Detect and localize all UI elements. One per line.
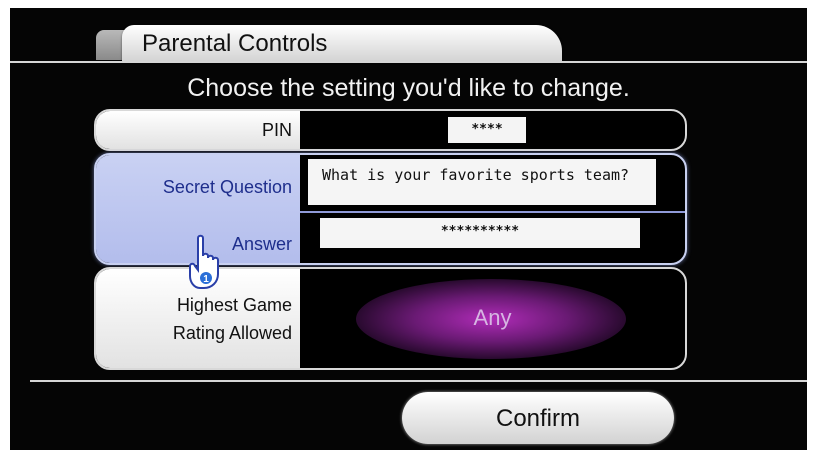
rating-value[interactable]: Any (300, 305, 685, 331)
confirm-button[interactable]: Confirm (402, 392, 674, 444)
header-divider (10, 61, 807, 63)
confirm-label: Confirm (495, 405, 580, 432)
rating-label-line1: Highest Game (176, 295, 292, 315)
footer-divider (30, 380, 807, 382)
pin-setting-row[interactable]: PIN **** (94, 109, 687, 151)
secret-divider (300, 211, 685, 213)
parental-controls-screen: Parental Controls Choose the setting you… (10, 8, 807, 450)
secret-question-row[interactable]: Secret Question Answer What is your favo… (94, 153, 687, 265)
secret-question-label: Secret Question (162, 177, 292, 197)
answer-label: Answer (231, 234, 292, 254)
player-number: 1 (203, 274, 209, 285)
rating-label: Highest Game Rating Allowed (173, 291, 292, 347)
title-tab: Parental Controls (122, 25, 562, 61)
rating-label-line2: Rating Allowed (172, 323, 292, 343)
page-title: Parental Controls (142, 30, 328, 57)
hand-pointer-icon: 1 (186, 234, 226, 292)
pin-label: PIN (261, 120, 292, 140)
rating-setting-row[interactable]: Highest Game Rating Allowed Any (94, 267, 687, 370)
pin-label-area: PIN (96, 111, 300, 149)
secret-question-field[interactable]: What is your favorite sports team? (308, 159, 656, 205)
instruction-text: Choose the setting you'd like to change. (187, 74, 630, 102)
answer-field[interactable]: ********** (320, 218, 640, 248)
pin-field[interactable]: **** (448, 117, 526, 143)
